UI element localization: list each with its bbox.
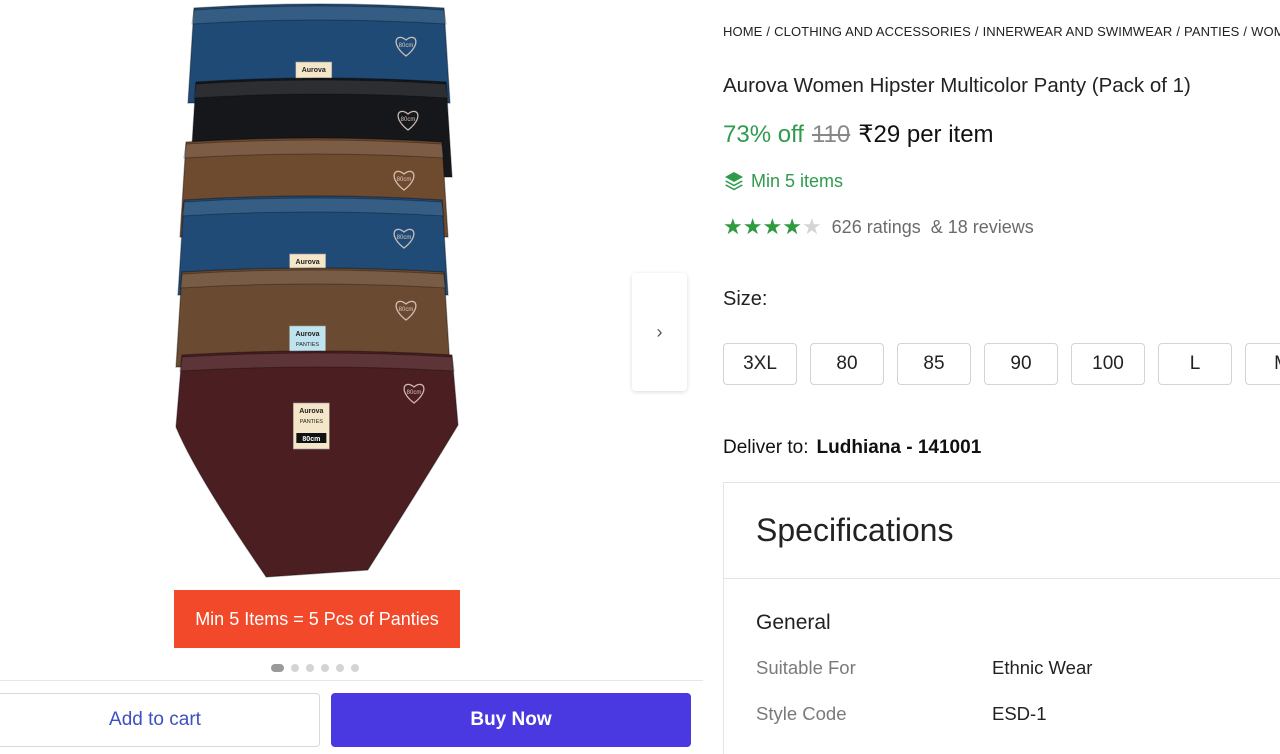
star-filled-icon: ★ <box>742 214 763 239</box>
size-option[interactable]: 100 <box>1071 343 1145 385</box>
size-option[interactable]: M <box>1245 343 1280 385</box>
specifications-card: Specifications General Suitable For Ethn… <box>723 482 1280 754</box>
pagination-dot[interactable] <box>336 664 344 672</box>
breadcrumb-item[interactable]: CLOTHING AND ACCESSORIES <box>774 24 971 39</box>
breadcrumb-separator: / <box>1176 24 1181 39</box>
chevron-right-icon: › <box>656 321 663 342</box>
sale-price: ₹29 per item <box>858 121 994 148</box>
image-pagination-dots <box>271 664 359 672</box>
breadcrumb: HOME / CLOTHING AND ACCESSORIES / INNERWEAR … <box>723 24 1280 39</box>
delivery-row[interactable]: Deliver to: Ludhiana - 141001 <box>723 437 981 459</box>
breadcrumb-item[interactable]: INNERWEAR AND SWIMWEAR <box>983 24 1173 39</box>
rating-stars: ★★★★★ <box>723 214 822 240</box>
price-row: 73% off 110 ₹29 per item <box>723 120 994 149</box>
star-empty-icon: ★ <box>801 214 822 239</box>
tag-type-text: PANTIES <box>296 342 319 348</box>
waist-size-mark: 80cm <box>407 390 422 396</box>
size-option[interactable]: 3XL <box>723 343 797 385</box>
spec-group-title: General <box>756 611 831 634</box>
min-items-text: Min 5 items <box>751 170 844 191</box>
size-label: Size: <box>723 288 768 310</box>
breadcrumb-item[interactable]: PANTIES <box>1184 24 1239 39</box>
pagination-dot[interactable] <box>351 664 359 672</box>
star-filled-icon: ★ <box>762 214 783 239</box>
product-image[interactable]: 80cm Aurova PANTIES 80cm 80cm 80cm 80cm Aurova P… <box>168 0 468 590</box>
breadcrumb-separator: / <box>974 24 979 39</box>
tag-size-text: 80cm <box>302 436 320 443</box>
waist-size-mark: 80cm <box>397 235 412 241</box>
size-option[interactable]: L <box>1158 343 1232 385</box>
discount-percent: 73% off <box>723 121 804 148</box>
tag-brand-text: Aurova <box>302 67 326 74</box>
spec-key: Style Code <box>756 703 847 724</box>
size-option[interactable]: 85 <box>897 343 971 385</box>
tag-type-text: PANTIES <box>300 419 323 425</box>
waist-size-mark: 80cm <box>401 117 416 123</box>
ratings-count: 626 ratings <box>831 216 921 237</box>
original-price: 110 <box>811 121 851 148</box>
min-items-badge: Min 5 items <box>723 170 843 192</box>
waist-size-mark: 80cm <box>399 307 414 313</box>
spec-value: ESD-1 <box>992 703 1047 724</box>
spec-row: Suitable For Ethnic Wear <box>756 657 1256 679</box>
reviews-count: & 18 reviews <box>930 216 1034 237</box>
deliver-label: Deliver to: <box>723 437 809 458</box>
pagination-dot[interactable] <box>291 664 299 672</box>
waist-size-mark: 80cm <box>397 177 412 183</box>
image-gallery: 80cm Aurova PANTIES 80cm 80cm 80cm 80cm Aurova P… <box>0 0 703 754</box>
garment-layer: 80cm Aurova PANTIES 80cm <box>175 350 459 578</box>
buy-now-button[interactable]: Buy Now <box>331 693 691 747</box>
delivery-location: Ludhiana - 141001 <box>816 437 982 458</box>
rating-row[interactable]: ★★★★★ 626 ratings & 18 reviews <box>723 214 1034 240</box>
waist-size-mark: 80cm <box>399 43 414 49</box>
breadcrumb-item[interactable]: WOMEN <box>1251 24 1280 39</box>
specifications-heading: Specifications <box>724 483 1280 579</box>
next-image-button[interactable]: › <box>632 273 687 391</box>
promo-banner: Min 5 Items = 5 Pcs of Panties <box>174 590 460 648</box>
spec-value: Ethnic Wear <box>992 657 1093 678</box>
star-filled-icon: ★ <box>782 214 802 239</box>
spec-row: Style Code ESD-1 <box>756 703 1256 725</box>
add-to-cart-button[interactable]: Add to cart <box>0 693 320 747</box>
tag-brand-text: Aurova <box>295 331 319 338</box>
pagination-dot[interactable] <box>271 664 284 672</box>
size-option[interactable]: 80 <box>810 343 884 385</box>
pagination-dot[interactable] <box>306 664 314 672</box>
pagination-dot[interactable] <box>321 664 329 672</box>
size-options: 3XL 80 85 90 100 LM <box>723 343 1280 385</box>
star-filled-icon: ★ <box>723 214 743 239</box>
product-page: 80cm Aurova PANTIES 80cm 80cm 80cm 80cm Aurova P… <box>0 0 1280 754</box>
size-option[interactable]: 90 <box>984 343 1058 385</box>
tag-brand-text: Aurova <box>299 408 323 415</box>
product-title: Aurova Women Hipster Multicolor Panty (P… <box>723 74 1191 97</box>
action-bar: Add to cart Buy Now <box>0 680 703 754</box>
breadcrumb-item[interactable]: HOME <box>723 24 762 39</box>
tag-brand-text: Aurova <box>296 259 320 266</box>
breadcrumb-separator: / <box>766 24 771 39</box>
breadcrumb-separator: / <box>1243 24 1248 39</box>
layers-icon <box>725 172 743 191</box>
product-details: HOME / CLOTHING AND ACCESSORIES / INNERWEAR … <box>723 0 1280 754</box>
spec-key: Suitable For <box>756 657 856 678</box>
